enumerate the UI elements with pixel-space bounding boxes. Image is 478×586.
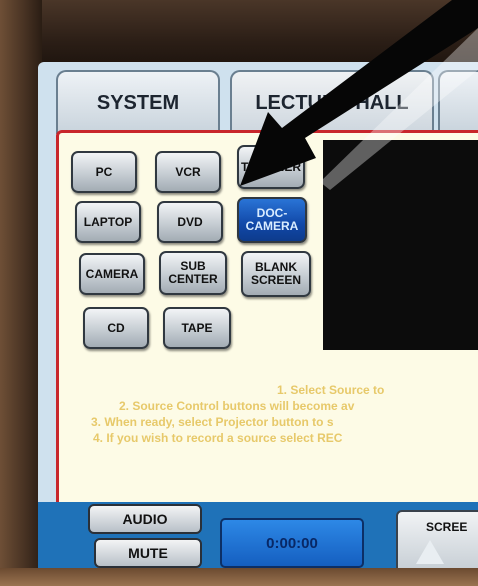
source-laptop-button[interactable]: LAPTOP: [75, 201, 141, 243]
screen-control[interactable]: SCREE: [396, 510, 478, 572]
instruction-line-1: 1. Select Source to: [277, 383, 385, 397]
instruction-line-4: 4. If you wish to record a source select…: [93, 431, 343, 445]
instruction-line-3: 3. When ready, select Projector button t…: [91, 415, 334, 429]
source-vcr-button[interactable]: VCR: [155, 151, 221, 193]
photo-bezel-left: [0, 0, 42, 586]
tab-next[interactable]: [438, 70, 478, 134]
audio-button[interactable]: AUDIO: [88, 504, 202, 534]
timer-display: 0:00:00: [220, 518, 364, 568]
source-blank-screen-button[interactable]: BLANK SCREEN: [241, 251, 311, 297]
tab-lecture-hall[interactable]: LECTURE HALL: [230, 70, 434, 134]
source-cd-button[interactable]: CD: [83, 307, 149, 349]
screen-label: SCREE: [426, 520, 468, 534]
source-sub-center-button[interactable]: SUB CENTER: [159, 251, 227, 295]
mute-button[interactable]: MUTE: [94, 538, 202, 568]
source-camera-button[interactable]: CAMERA: [79, 253, 145, 295]
video-preview: [323, 140, 478, 350]
photo-bezel-top: [0, 0, 478, 70]
source-doc-camera-button[interactable]: DOC- CAMERA: [237, 197, 307, 243]
instruction-line-2: 2. Source Control buttons will become av: [119, 399, 355, 413]
arrow-up-icon[interactable]: [416, 540, 444, 564]
source-tape-button[interactable]: TAPE: [163, 307, 231, 349]
bottom-bar: AUDIO MUTE 0:00:00 SCREE: [38, 502, 478, 572]
photo-bezel-bottom: [0, 568, 478, 586]
source-pc-button[interactable]: PC: [71, 151, 137, 193]
tab-system[interactable]: SYSTEM: [56, 70, 220, 134]
source-tv-tuner-button[interactable]: TV TUNER: [237, 145, 305, 189]
source-dvd-button[interactable]: DVD: [157, 201, 223, 243]
touch-panel-screen: SYSTEM LECTURE HALL PC VCR TV TUNER LAPT…: [38, 62, 478, 572]
